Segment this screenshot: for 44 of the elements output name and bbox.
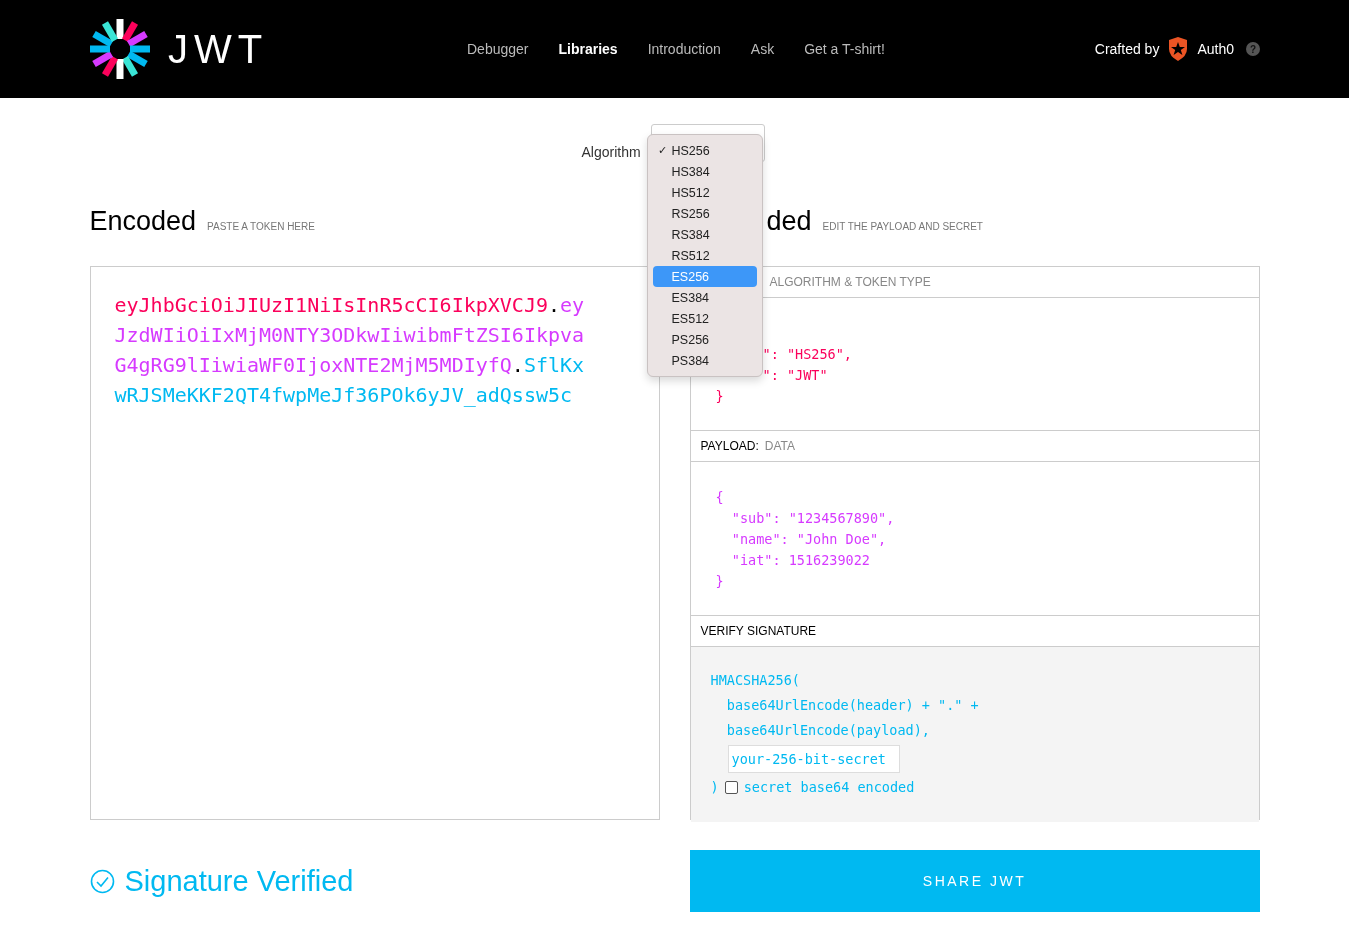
code-line: }: [714, 572, 724, 591]
checkmark: ✓: [657, 144, 667, 157]
code-line: "iat": 1516239022: [730, 551, 870, 570]
section-label: PAYLOAD:: [700, 439, 759, 453]
code-line: base64UrlEncode(header) + "." +: [725, 696, 979, 715]
base64-checkbox[interactable]: [724, 781, 738, 794]
nav-link[interactable]: Libraries: [558, 41, 618, 57]
section-label: VERIFY SIGNATURE: [700, 624, 817, 638]
brand-name[interactable]: Auth0: [1197, 41, 1234, 57]
code-line: ": "HS256",: [761, 345, 852, 364]
status-text: Signature Verified: [124, 864, 354, 898]
menu-option[interactable]: HS512: [652, 182, 757, 203]
encoded-token-panel[interactable]: eyJhbGciOiJIUzI1NiIsInR5cCI6IkpXVCJ9.eyJzdWIiOiIxMjM0NTY3ODkwIiwibmFtZSI6IkpvaG4gRG9lIiwiaWF0IjoxNTE2MjM5MDIyfQ.SflKxwRJSMeKKF2QT4fwpMeJf36POk6yJV_adQssw5c: [89, 266, 660, 820]
menu-option[interactable]: HS384: [652, 161, 757, 182]
nav-link[interactable]: Debugger: [467, 41, 529, 57]
shield-star-icon: [1167, 37, 1190, 61]
algorithm-label: Algorithm: [581, 144, 641, 160]
code-line: base64UrlEncode(payload),: [725, 721, 930, 740]
menu-option[interactable]: RS384: [652, 224, 757, 245]
code-line: "sub": "1234567890",: [730, 509, 895, 528]
logo-icon: [90, 19, 150, 79]
code-line: ": "JWT": [761, 366, 828, 385]
code-line: }: [714, 387, 724, 406]
nav-link[interactable]: Get a T-shirt!: [804, 41, 885, 57]
logo-wordmark: JWT: [168, 26, 269, 72]
code-line: {: [714, 488, 724, 507]
menu-option[interactable]: ✓ HS256: [652, 140, 757, 161]
nav-link[interactable]: Ask: [750, 41, 775, 57]
section-hint: EDIT THE PAYLOAD AND SECRET: [822, 221, 983, 232]
menu-option[interactable]: RS256: [652, 203, 757, 224]
nav-link[interactable]: Introduction: [647, 41, 721, 57]
encoded-token: eyJhbGciOiJIUzI1NiIsInR5cCI6IkpXVCJ9.eyJzdWIiOiIxMjM0NTY3ODkwIiwibmFtZSI6IkpvaG4gRG9lIiwiaWF0IjoxNTE2MjM5MDIyfQ.SflKxwRJSMeKKF2QT4fwpMeJf36POk6yJV_adQssw5c: [114, 292, 586, 409]
section-hint: ALGORITHM & TOKEN TYPE: [769, 275, 931, 289]
checkbox-label: secret base64 encoded: [743, 778, 915, 797]
check-circle-icon: [89, 868, 115, 894]
code-line: ): [710, 778, 719, 797]
section-hint: PASTE A TOKEN HERE: [207, 221, 315, 232]
section-hint: DATA: [764, 439, 795, 453]
crafted-by-label: Crafted by: [1094, 41, 1160, 57]
section-title: Encoded: [89, 206, 197, 237]
section-title: ded: [766, 206, 812, 237]
menu-option[interactable]: RS512: [652, 245, 757, 266]
code-line: HMACSHA256(: [710, 671, 800, 690]
code-line: "name": "John Doe",: [730, 530, 887, 549]
